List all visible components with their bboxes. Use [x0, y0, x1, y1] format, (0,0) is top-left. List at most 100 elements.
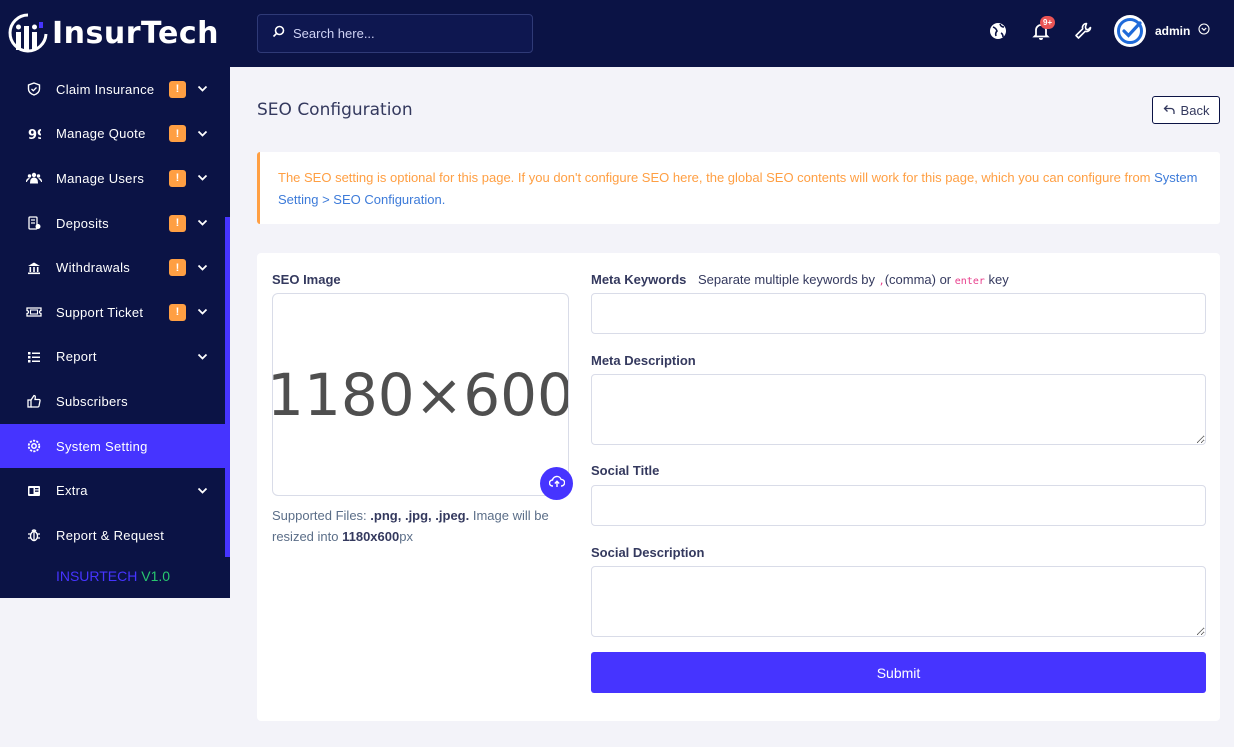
- chevron-down-icon: [196, 172, 208, 184]
- sidebar-item-extra[interactable]: Extra: [0, 468, 230, 513]
- seo-image-preview[interactable]: 1180×600: [272, 293, 569, 496]
- search-box[interactable]: [257, 14, 533, 53]
- warning-badge: !: [169, 169, 186, 187]
- hint-part-2: (comma) or: [884, 272, 952, 287]
- warning-badge: !: [169, 259, 186, 277]
- notification-count-badge: 9+: [1040, 16, 1056, 29]
- app-version: INSURTECH V1.0: [0, 558, 230, 584]
- users-icon: [26, 170, 42, 186]
- sidebar-item-subscribers[interactable]: Subscribers: [0, 379, 230, 424]
- chevron-down-icon: [196, 83, 208, 95]
- chevron-down-icon: [196, 262, 208, 274]
- support-types: .png, .jpg, .jpeg.: [370, 508, 470, 523]
- sidebar-item-label: System Setting: [56, 438, 148, 454]
- logo-mark-icon: [8, 12, 48, 56]
- username: admin: [1155, 24, 1191, 38]
- sidebar-item-manage-users[interactable]: Manage Users!: [0, 156, 230, 201]
- hint-part-3: key: [988, 272, 1009, 287]
- sidebar-item-label: Extra: [56, 483, 88, 499]
- sidebar: InsurTech Claim Insurance! 99 Manage Quote…: [0, 0, 230, 598]
- sidebar-item-label: Claim Insurance: [56, 81, 155, 97]
- seo-image-label: SEO Image: [272, 272, 341, 287]
- sidebar-item-label: Manage Quote: [56, 126, 146, 142]
- chevron-down-icon: [1198, 22, 1210, 40]
- svg-text:99: 99: [28, 128, 41, 141]
- back-button-label: Back: [1180, 102, 1210, 118]
- support-prefix: Supported Files:: [272, 508, 367, 523]
- support-unit: px: [399, 529, 413, 544]
- sidebar-item-label: Deposits: [56, 215, 109, 231]
- extra-icon: [26, 483, 42, 499]
- social-title-input[interactable]: [591, 485, 1206, 526]
- search-icon: [272, 25, 285, 43]
- sidebar-item-label: Withdrawals: [56, 260, 131, 276]
- support-size: 1180x600: [342, 529, 400, 544]
- image-placeholder-text: 1180×600: [272, 360, 569, 429]
- hint-code-enter: enter: [954, 276, 985, 287]
- brand-name: InsurTech: [52, 16, 219, 51]
- meta-keywords-label-row: Meta Keywords Separate multiple keywords…: [591, 272, 1009, 287]
- chevron-down-icon: [196, 217, 208, 229]
- sidebar-item-report[interactable]: Report: [0, 335, 230, 380]
- sidebar-item-system-setting[interactable]: System Setting: [0, 423, 230, 469]
- wrench-icon[interactable]: [1073, 21, 1093, 41]
- sidebar-nav: Claim Insurance!99Manage Quote!Manage Us…: [0, 67, 230, 558]
- back-arrow-icon: [1163, 103, 1175, 118]
- hint-part-1: Separate multiple keywords by: [698, 272, 876, 287]
- deposit-icon: [26, 215, 42, 231]
- chevron-down-icon: [196, 485, 208, 497]
- brand-logo[interactable]: InsurTech: [0, 0, 230, 67]
- ticket-icon: [26, 304, 42, 320]
- search-input[interactable]: [293, 26, 513, 41]
- warning-badge: !: [169, 80, 186, 98]
- supported-files-note: Supported Files: .png, .jpg, .jpeg. Imag…: [272, 505, 562, 547]
- meta-description-label: Meta Description: [591, 353, 696, 368]
- warning-badge: !: [169, 125, 186, 143]
- topbar: 9+ admin: [230, 0, 1234, 67]
- sidebar-item-support-ticket[interactable]: Support Ticket!: [0, 290, 230, 335]
- sidebar-item-report-request[interactable]: Report & Request: [0, 513, 230, 558]
- bug-icon: [26, 527, 42, 543]
- sidebar-item-deposits[interactable]: Deposits!: [0, 201, 230, 246]
- submit-button[interactable]: Submit: [591, 652, 1206, 693]
- social-description-textarea[interactable]: [591, 566, 1206, 637]
- sidebar-item-label: Support Ticket: [56, 304, 144, 320]
- bank-icon: [26, 260, 42, 276]
- meta-keywords-input[interactable]: [591, 293, 1206, 334]
- meta-keywords-label: Meta Keywords: [591, 272, 687, 287]
- sidebar-item-label: Report: [56, 349, 97, 365]
- user-menu[interactable]: admin: [1114, 15, 1210, 47]
- thumbs-up-icon: [26, 393, 42, 409]
- sidebar-item-label: Report & Request: [56, 527, 165, 543]
- meta-description-textarea[interactable]: [591, 374, 1206, 445]
- chevron-down-icon: [196, 306, 208, 318]
- sidebar-item-claim-insurance[interactable]: Claim Insurance!: [0, 67, 230, 112]
- cloud-upload-icon: [548, 475, 565, 493]
- globe-icon[interactable]: [988, 21, 1008, 41]
- chevron-down-icon: [196, 128, 208, 140]
- alert-end: .: [441, 192, 446, 207]
- page-title: SEO Configuration: [257, 100, 413, 120]
- social-description-label: Social Description: [591, 545, 705, 560]
- seo-info-alert: The SEO setting is optional for this pag…: [257, 152, 1220, 224]
- alert-text: The SEO setting is optional for this pag…: [278, 170, 1151, 185]
- sidebar-item-manage-quote[interactable]: 99 Manage Quote!: [0, 112, 230, 157]
- sidebar-item-withdrawals[interactable]: Withdrawals!: [0, 245, 230, 290]
- sidebar-item-label: Manage Users: [56, 170, 145, 186]
- warning-badge: !: [169, 214, 186, 232]
- seo-form-card: SEO Image 1180×600 Supported Files: .png…: [257, 253, 1220, 721]
- chevron-down-icon: [196, 351, 208, 363]
- upload-image-button[interactable]: [540, 467, 573, 500]
- shield-icon: [26, 81, 42, 97]
- notification-bell-icon[interactable]: 9+: [1031, 16, 1056, 41]
- back-button[interactable]: Back: [1152, 96, 1220, 124]
- version-name: INSURTECH: [55, 567, 138, 584]
- avatar: [1114, 15, 1146, 47]
- sidebar-item-label: Subscribers: [56, 393, 128, 409]
- social-title-label: Social Title: [591, 463, 660, 478]
- version-number: V1.0: [141, 567, 171, 584]
- quote-icon: 99: [26, 126, 42, 142]
- list-icon: [26, 349, 42, 365]
- warning-badge: !: [169, 303, 186, 321]
- meta-keywords-hint: Separate multiple keywords by ,(comma) o…: [698, 272, 1009, 287]
